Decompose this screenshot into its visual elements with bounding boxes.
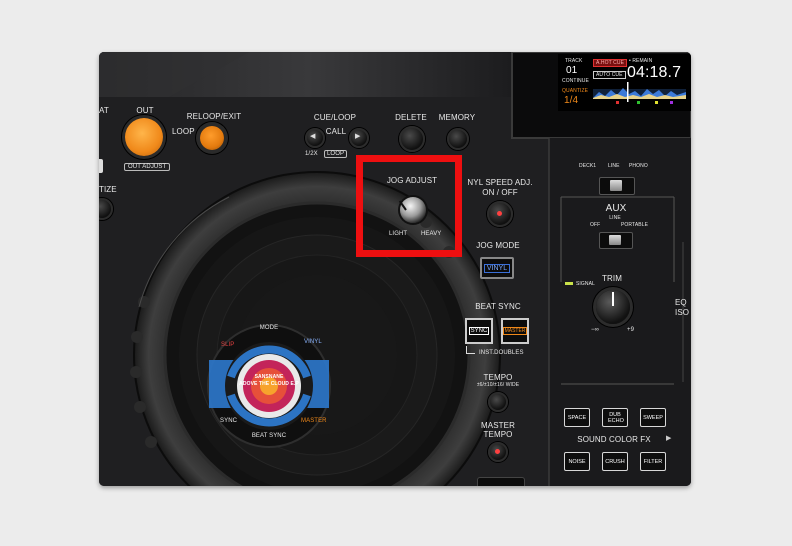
vinyl-speed-title-2: ON / OFF — [482, 188, 518, 197]
beat-sync-title: BEAT SYNC — [475, 302, 521, 311]
tempo-title: TEMPO — [483, 373, 513, 382]
vinyl-speed-title-1: NYL SPEED ADJ. — [467, 178, 533, 187]
sound-color-fx-arrow-icon: ▶ — [666, 435, 672, 442]
deck1-label: DECK1 — [579, 163, 597, 169]
jog-artist-label: SANSNANE — [254, 374, 284, 380]
quantize-label-partial: TIZE — [99, 185, 117, 194]
call-prev-icon: ◀ — [310, 133, 316, 140]
filter-label: FILTER — [643, 458, 663, 465]
auto-cue-badge: AUTO CUE — [593, 71, 626, 79]
jog-vinyl-label: VINYL — [304, 339, 322, 345]
master-tempo-line2: TEMPO — [483, 430, 513, 439]
jog-slip-label: SLIP — [221, 342, 235, 348]
track-label: TRACK — [565, 58, 583, 64]
aux-switch-handle — [609, 235, 621, 245]
space-button[interactable]: SPACE — [564, 408, 590, 427]
aux-title: AUX — [605, 203, 627, 214]
loop-badge: LOOP — [324, 150, 348, 158]
signal-led — [565, 282, 573, 285]
out-button[interactable] — [125, 118, 163, 156]
space-label: SPACE — [567, 414, 587, 421]
continue-label: CONTINUE — [562, 78, 589, 84]
dj-controller-panel: AT OUT LOOP OUT ADJUST RELOOP/EXIT TIZE … — [99, 52, 691, 486]
inst-doubles-label: INST.DOUBLES — [479, 350, 524, 356]
tempo-range-button[interactable] — [488, 392, 508, 412]
jog-mode-ring-label: MODE — [259, 325, 279, 331]
dub-echo-button[interactable]: DUB ECHO — [602, 408, 628, 427]
vinyl-button[interactable]: VINYL — [480, 257, 514, 279]
jog-beat-sync-label: BEAT SYNC — [251, 433, 287, 439]
master-button[interactable]: MASTER — [501, 318, 529, 344]
delete-label: DELETE — [395, 113, 427, 122]
inst-doubles-bracket — [466, 346, 475, 354]
jog-master-label: MASTER — [301, 418, 327, 424]
delete-button[interactable] — [399, 126, 425, 152]
master-tempo-led — [495, 449, 500, 454]
noise-label: NOISE — [568, 458, 586, 465]
memory-button[interactable] — [447, 128, 469, 150]
aux-portable-label: PORTABLE — [621, 222, 649, 228]
call-next-icon: ▶ — [355, 133, 361, 140]
aux-line-label: LINE — [609, 215, 621, 221]
iso-label-partial: ISO — [675, 308, 690, 317]
filter-button[interactable]: FILTER — [640, 452, 666, 471]
reloop-exit-label: RELOOP/EXIT — [186, 112, 242, 121]
sync-button[interactable]: SYNC — [465, 318, 493, 344]
quantize-value: 1/4 — [564, 95, 579, 106]
dub-echo-label: DUB ECHO — [608, 411, 624, 424]
aux-off-label: OFF — [590, 222, 601, 228]
vinyl-button-label: VINYL — [483, 263, 511, 273]
jog-adjust-highlight — [356, 155, 462, 257]
input-select-switch[interactable] — [599, 177, 635, 195]
quantize-screen-label: QUANTIZE — [562, 88, 589, 94]
loop-label: LOOP — [172, 127, 195, 136]
sound-color-fx-title: SOUND COLOR FX — [577, 435, 651, 444]
crush-label: CRUSH — [605, 458, 625, 465]
noise-button[interactable]: NOISE — [564, 452, 590, 471]
cue-loop-title: CUE/LOOP — [313, 113, 357, 122]
jog-album-label: ADOVE THE CLOUD E.P — [239, 381, 299, 387]
jog-sync-label: SYNC — [220, 418, 238, 424]
signal-label: SIGNAL — [576, 281, 595, 287]
half-x-label: 1/2X — [305, 151, 318, 157]
master-button-label: MASTER — [502, 327, 528, 335]
in-label: AT — [99, 106, 109, 115]
aux-switch[interactable] — [599, 232, 633, 249]
sweep-button[interactable]: SWEEP — [640, 408, 666, 427]
eq-label-partial: EQ — [675, 298, 687, 307]
call-label: CALL — [325, 127, 347, 136]
sync-button-label: SYNC — [468, 327, 490, 335]
sweep-label: SWEEP — [643, 414, 663, 421]
vinyl-speed-led — [497, 211, 502, 216]
out-label: OUT — [136, 106, 154, 115]
out-adjust-label: OUT ADJUST — [124, 163, 171, 171]
time-readout: 04:18.7 — [627, 64, 682, 81]
hot-cue-badge: A.HOT CUE — [593, 59, 628, 67]
line-label-top: LINE — [608, 163, 620, 169]
trim-pointer — [612, 292, 614, 306]
trim-min-label: −∞ — [591, 327, 599, 333]
crush-button[interactable]: CRUSH — [602, 452, 628, 471]
trim-title: TRIM — [602, 274, 622, 283]
reloop-exit-button[interactable] — [200, 126, 224, 150]
left-small-button[interactable] — [99, 159, 103, 173]
master-tempo-line1: MASTER — [481, 421, 515, 430]
trim-max-label: +9 — [627, 327, 635, 333]
phono-label: PHONO — [629, 163, 648, 169]
track-number: 01 — [566, 65, 578, 76]
memory-label: MEMORY — [438, 113, 476, 122]
input-select-handle — [610, 180, 622, 191]
tempo-ranges: ±6/±10/±16/ WIDE — [476, 382, 520, 388]
tempo-slider-top[interactable] — [477, 477, 525, 486]
jog-mode-title: JOG MODE — [476, 241, 520, 250]
